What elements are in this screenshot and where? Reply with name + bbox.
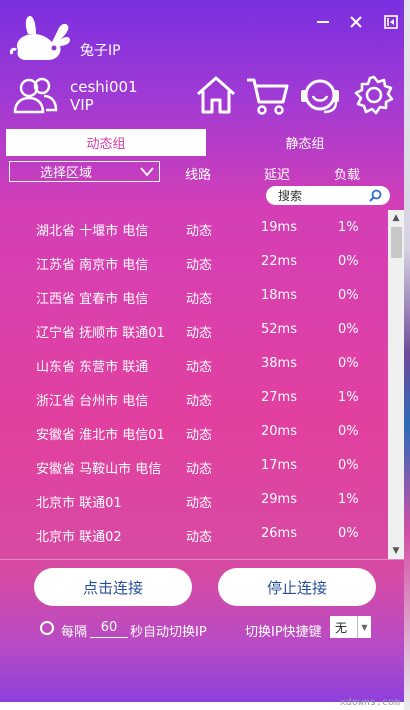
server-region: 安徽省 淮北市 电信01 [36,428,165,443]
server-line-type: 动态 [186,462,213,477]
server-row[interactable]: 北京市 联通02 动态 26ms 0% [0,516,386,550]
scroll-up-icon[interactable]: ▲ [388,210,404,226]
user-level: VIP [70,96,94,114]
server-delay: 18ms [261,288,297,303]
chevron-down-icon: ▼ [357,616,371,638]
connect-button[interactable]: 点击连接 [34,568,192,606]
hotkey-label: 切换IP快捷键 [245,625,322,640]
server-line-type: 动态 [186,292,213,307]
server-delay: 52ms [261,322,297,337]
server-delay: 20ms [261,424,297,439]
server-load: 1% [338,492,359,507]
server-load: 0% [338,322,359,337]
server-region: 湖北省 十堰市 电信 [36,224,149,239]
server-row[interactable]: 安徽省 淮北市 电信01 动态 20ms 0% [0,414,386,448]
server-load: 0% [338,526,359,541]
scroll-down-icon[interactable]: ▼ [388,543,404,559]
auto-switch-radio[interactable] [40,621,54,635]
server-line-type: 动态 [186,428,213,443]
server-list: 湖北省 十堰市 电信 动态 19ms 1% 江苏省 南京市 电信 动态 22ms 0% 江西省 … [0,210,386,559]
server-row[interactable]: 湖北省 十堰市 电信 动态 19ms 1% [0,210,386,244]
close-button[interactable] [345,12,367,32]
server-row[interactable]: 江西省 宜春市 电信 动态 18ms 0% [0,278,386,312]
app-title: 兔子IP [80,43,121,59]
server-load: 0% [338,288,359,303]
server-delay: 22ms [261,254,297,269]
tab-static-group[interactable]: 静态组 [206,129,404,156]
divider [0,559,404,560]
server-row[interactable]: 辽宁省 抚顺市 联通01 动态 52ms 0% [0,312,386,346]
server-line-type: 动态 [186,360,213,375]
minimize-button[interactable] [312,12,334,32]
close-icon [350,16,362,28]
app-window: 兔子IP ceshi001 VIP 动态组 静态组 选择区域 线路 延迟 负载 … [0,0,404,702]
server-load: 0% [338,254,359,269]
region-select[interactable]: 选择区域 [9,161,160,182]
server-row[interactable]: 浙江省 台州市 电信 动态 27ms 1% [0,380,386,414]
search-icon[interactable] [369,189,382,202]
column-header-load: 负载 [334,168,361,183]
server-load: 1% [338,390,359,405]
auto-switch-suffix-label: 秒自动切换IP [130,625,207,640]
server-region: 北京市 联通01 [36,496,122,511]
search-input[interactable]: 搜索 [266,186,390,205]
region-select-label: 选择区域 [40,166,93,181]
gear-icon[interactable] [352,74,396,116]
server-line-type: 动态 [186,326,213,341]
hotkey-select-value: 无 [335,620,348,635]
server-region: 辽宁省 抚顺市 联通01 [36,326,165,341]
server-row[interactable]: 安徽省 马鞍山市 电信 动态 17ms 0% [0,448,386,482]
column-header-line: 线路 [185,168,212,183]
interval-input[interactable] [90,618,128,638]
server-load: 0% [338,356,359,371]
background-strip [404,0,410,710]
search-placeholder: 搜索 [278,189,303,203]
server-region: 北京市 联通02 [36,530,122,545]
column-header-delay: 延迟 [264,168,291,183]
minimize-icon [317,21,329,23]
server-delay: 29ms [261,492,297,507]
watermark: xdowns.com [339,697,400,708]
server-line-type: 动态 [186,224,213,239]
scrollbar[interactable]: ▲ ▼ [388,210,404,559]
cart-icon[interactable] [245,74,289,116]
server-load: 0% [338,458,359,473]
server-region: 安徽省 马鞍山市 电信 [36,462,162,477]
server-load: 0% [338,424,359,439]
server-delay: 17ms [261,458,297,473]
server-region: 江苏省 南京市 电信 [36,258,149,273]
stop-button[interactable]: 停止连接 [218,568,376,606]
server-delay: 27ms [261,390,297,405]
hotkey-select[interactable]: 无 ▼ [330,616,371,638]
username: ceshi001 [70,78,138,96]
server-delay: 26ms [261,526,297,541]
server-line-type: 动态 [186,394,213,409]
tab-dynamic-group[interactable]: 动态组 [6,129,206,156]
server-delay: 19ms [261,220,297,235]
server-line-type: 动态 [186,496,213,511]
user-avatar-icon [13,77,58,114]
server-line-type: 动态 [186,530,213,545]
server-region: 江西省 宜春市 电信 [36,292,149,307]
server-line-type: 动态 [186,258,213,273]
server-row[interactable]: 山东省 东营市 联通 动态 38ms 0% [0,346,386,380]
server-delay: 38ms [261,356,297,371]
scroll-thumb[interactable] [391,227,402,258]
chevron-down-icon [140,167,154,177]
server-region: 浙江省 台州市 电信 [36,394,149,409]
home-icon[interactable] [194,74,238,116]
server-row[interactable]: 北京市 联通01 动态 29ms 1% [0,482,386,516]
collapse-side-icon [384,15,398,29]
server-row[interactable]: 江苏省 南京市 电信 动态 22ms 0% [0,244,386,278]
server-region: 山东省 东营市 联通 [36,360,149,375]
server-load: 1% [338,220,359,235]
headset-icon[interactable] [298,74,342,116]
collapse-side-button[interactable] [380,12,402,32]
rabbit-logo-icon [10,16,70,60]
auto-switch-every-label: 每隔 [61,625,88,640]
